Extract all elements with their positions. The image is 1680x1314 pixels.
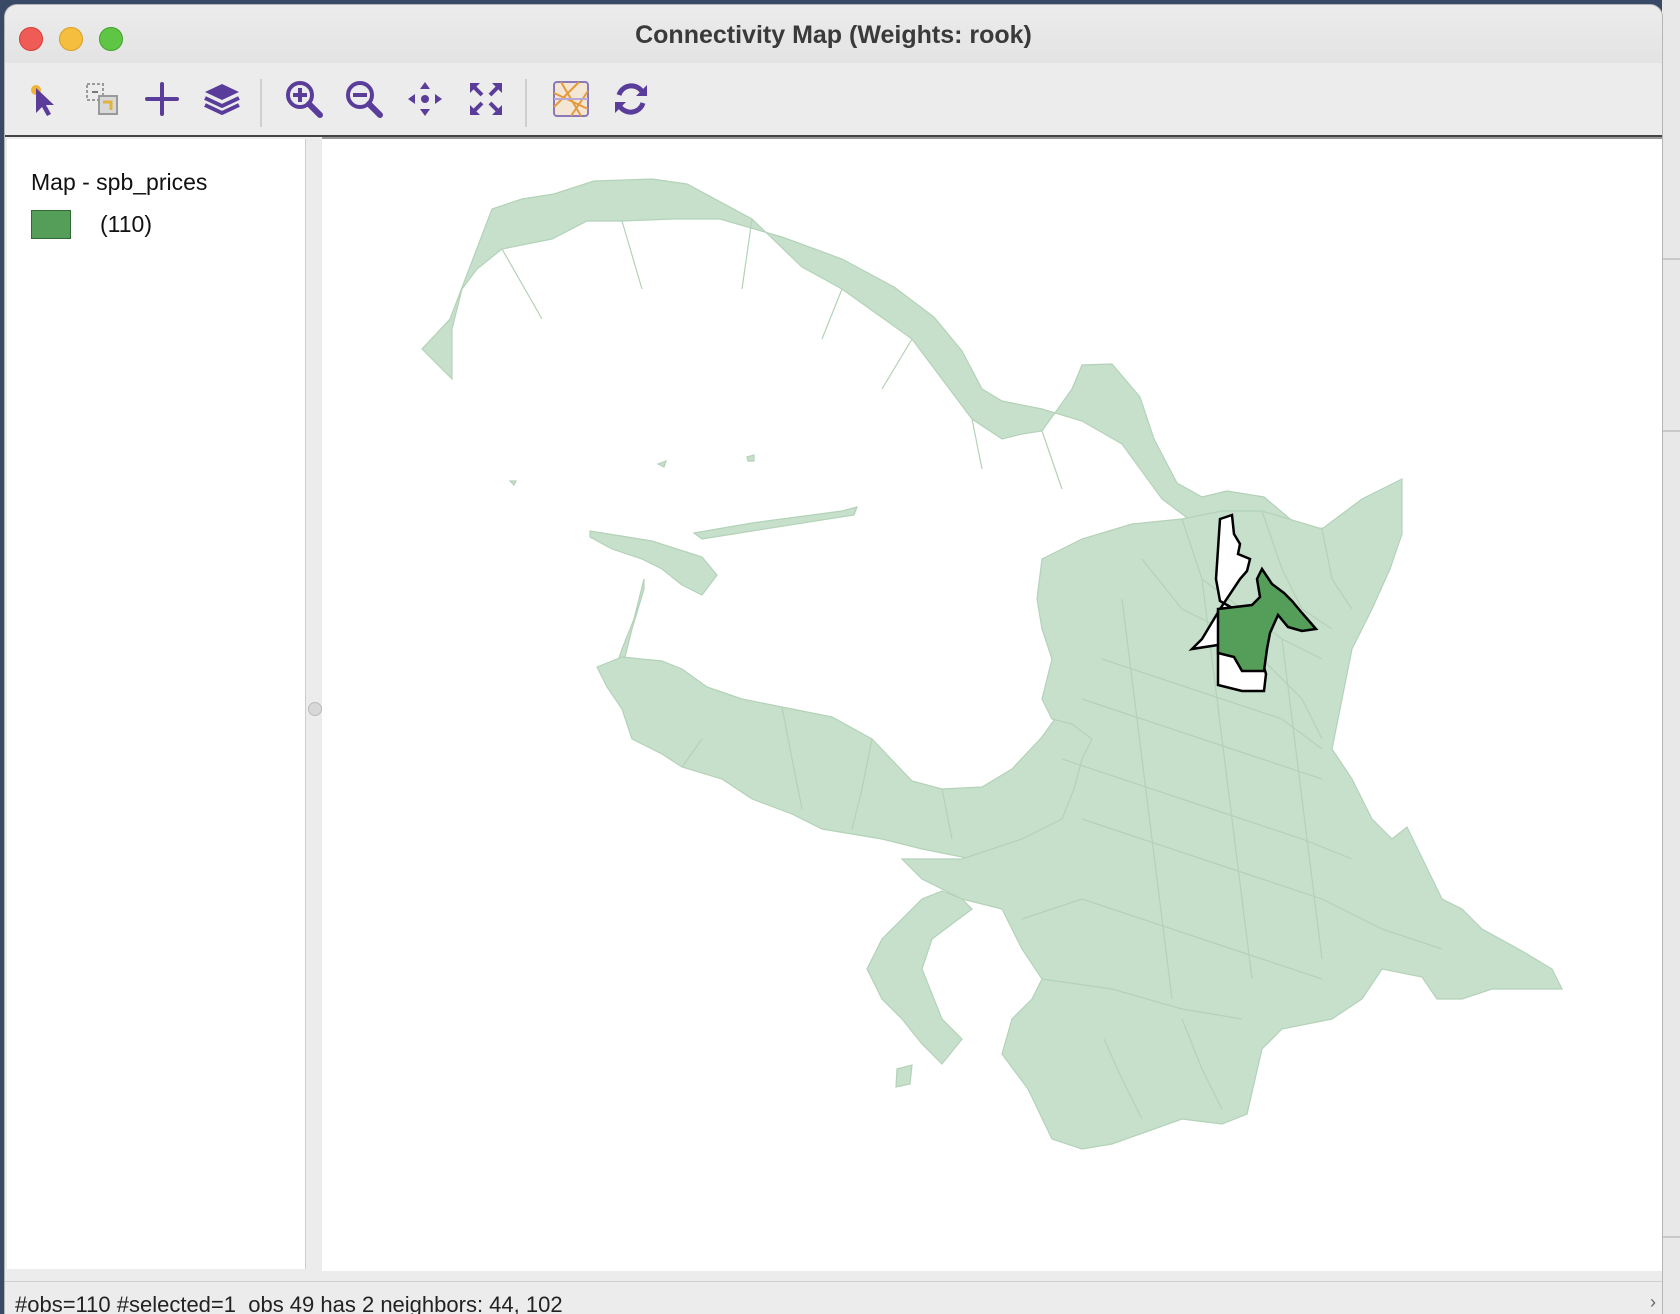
window-title: Connectivity Map (Weights: rook) — [635, 21, 1032, 49]
add-layer-button[interactable] — [140, 77, 184, 121]
map-region-fragment — [866, 890, 973, 1065]
basemap-icon — [553, 81, 589, 117]
legend-title: Map - spb_prices — [31, 169, 208, 195]
connectivity-map[interactable] — [322, 139, 1662, 1271]
zoom-out-button[interactable] — [342, 77, 386, 121]
selection-mode-button[interactable] — [80, 77, 124, 121]
map-region-islet — [508, 480, 517, 487]
add-layer-icon — [145, 82, 179, 116]
layers-icon — [204, 84, 240, 115]
full-extent-icon — [470, 83, 502, 115]
background-window-edge — [1662, 1236, 1680, 1238]
select-tool-button[interactable] — [21, 77, 65, 121]
map-canvas[interactable] — [322, 137, 1662, 1271]
layers-button[interactable] — [200, 77, 244, 121]
pan-icon — [408, 82, 442, 116]
legend-swatch[interactable] — [31, 210, 71, 239]
panel-splitter[interactable] — [306, 139, 322, 1269]
background-window-edge — [1662, 258, 1680, 260]
toolbar-divider — [260, 79, 262, 127]
zoom-in-button[interactable] — [282, 77, 326, 121]
connectivity-map-window: Connectivity Map (Weights: rook) Map - s… — [5, 5, 1662, 1314]
toolbar-divider — [525, 79, 527, 127]
background-window-edge — [1662, 430, 1680, 432]
status-text: #obs=110 #selected=1 obs 49 has 2 neighb… — [15, 1292, 563, 1314]
map-region-dam — [692, 506, 858, 540]
basemap-button[interactable] — [549, 77, 593, 121]
chevron-right-icon[interactable]: › — [1650, 1292, 1656, 1313]
map-toolbar — [5, 63, 1662, 137]
selection-mode-icon — [86, 83, 118, 115]
select-tool-icon — [31, 85, 54, 116]
splitter-handle[interactable] — [308, 702, 322, 716]
legend-item-label: (110) — [100, 211, 152, 237]
refresh-button[interactable] — [609, 77, 653, 121]
desktop-background-right — [1662, 0, 1680, 1314]
status-bar: #obs=110 #selected=1 obs 49 has 2 neighb… — [5, 1281, 1662, 1314]
zoom-in-icon — [286, 81, 323, 118]
zoom-out-icon — [346, 81, 383, 118]
refresh-icon — [615, 83, 647, 115]
map-region-dam-south — [617, 578, 645, 662]
map-region-islet — [746, 454, 755, 462]
title-bar[interactable]: Connectivity Map (Weights: rook) — [5, 5, 1662, 63]
pan-button[interactable] — [403, 77, 447, 121]
legend-panel[interactable]: Map - spb_prices (110) — [7, 139, 306, 1269]
map-region-islet — [656, 459, 667, 468]
map-region-kronstadt — [589, 530, 718, 596]
map-region-islet — [895, 1064, 913, 1088]
full-extent-button[interactable] — [464, 77, 508, 121]
